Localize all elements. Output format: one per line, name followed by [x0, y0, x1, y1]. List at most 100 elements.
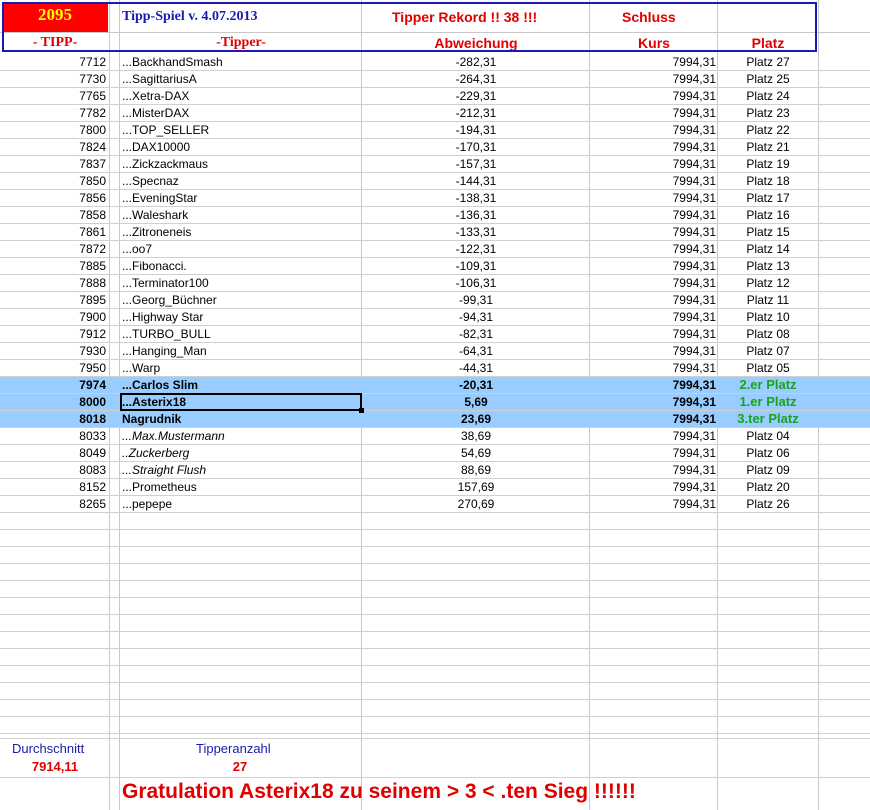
kurs-cell[interactable]: 7994,31 — [590, 88, 716, 104]
kurs-cell[interactable]: 7994,31 — [590, 479, 716, 495]
platz-cell[interactable]: Platz 23 — [718, 105, 818, 121]
abweichung-cell[interactable]: 38,69 — [362, 428, 590, 444]
tipp-cell[interactable]: 7850 — [0, 173, 106, 189]
tipp-cell[interactable]: 8033 — [0, 428, 106, 444]
tipper-name-cell[interactable]: ...Prometheus — [122, 479, 360, 495]
abweichung-cell[interactable]: -122,31 — [362, 241, 590, 257]
tipp-cell[interactable]: 7872 — [0, 241, 106, 257]
platz-cell[interactable]: Platz 06 — [718, 445, 818, 461]
tipper-name-cell[interactable]: ...Xetra-DAX — [122, 88, 360, 104]
abweichung-cell[interactable]: -94,31 — [362, 309, 590, 325]
tipper-name-cell[interactable]: ...SagittariusA — [122, 71, 360, 87]
platz-cell[interactable]: Platz 27 — [718, 54, 818, 70]
tipp-cell[interactable]: 7712 — [0, 54, 106, 70]
abweichung-cell[interactable]: -282,31 — [362, 54, 590, 70]
tipp-cell[interactable]: 7861 — [0, 224, 106, 240]
tipp-cell[interactable]: 7782 — [0, 105, 106, 121]
abweichung-cell[interactable]: -229,31 — [362, 88, 590, 104]
platz-cell[interactable]: Platz 20 — [718, 479, 818, 495]
tipp-cell[interactable]: 7730 — [0, 71, 106, 87]
platz-cell[interactable]: 3.ter Platz — [718, 411, 818, 427]
kurs-cell[interactable]: 7994,31 — [590, 139, 716, 155]
platz-cell[interactable]: Platz 15 — [718, 224, 818, 240]
tipp-cell[interactable]: 8049 — [0, 445, 106, 461]
platz-cell[interactable]: Platz 04 — [718, 428, 818, 444]
kurs-cell[interactable]: 7994,31 — [590, 224, 716, 240]
kurs-cell[interactable]: 7994,31 — [590, 309, 716, 325]
kurs-cell[interactable]: 7994,31 — [590, 377, 716, 393]
tipp-cell[interactable]: 8152 — [0, 479, 106, 495]
tipper-name-cell[interactable]: ...MisterDAX — [122, 105, 360, 121]
tipp-cell[interactable]: 8018 — [0, 411, 106, 427]
tipper-name-cell[interactable]: Nagrudnik — [122, 411, 360, 427]
tipp-cell[interactable]: 7888 — [0, 275, 106, 291]
kurs-cell[interactable]: 7994,31 — [590, 122, 716, 138]
tipper-name-cell[interactable]: ...Zitroneneis — [122, 224, 360, 240]
kurs-cell[interactable]: 7994,31 — [590, 258, 716, 274]
abweichung-cell[interactable]: -20,31 — [362, 377, 590, 393]
abweichung-cell[interactable]: -106,31 — [362, 275, 590, 291]
kurs-cell[interactable]: 7994,31 — [590, 71, 716, 87]
tipper-name-cell[interactable]: ...TURBO_BULL — [122, 326, 360, 342]
kurs-cell[interactable]: 7994,31 — [590, 105, 716, 121]
tipper-name-cell[interactable]: ...Waleshark — [122, 207, 360, 223]
platz-cell[interactable]: Platz 14 — [718, 241, 818, 257]
kurs-cell[interactable]: 7994,31 — [590, 360, 716, 376]
abweichung-cell[interactable]: 88,69 — [362, 462, 590, 478]
platz-cell[interactable]: Platz 25 — [718, 71, 818, 87]
kurs-cell[interactable]: 7994,31 — [590, 275, 716, 291]
tipp-cell[interactable]: 7858 — [0, 207, 106, 223]
tipp-cell[interactable]: 7950 — [0, 360, 106, 376]
abweichung-cell[interactable]: 54,69 — [362, 445, 590, 461]
platz-cell[interactable]: Platz 19 — [718, 156, 818, 172]
kurs-cell[interactable]: 7994,31 — [590, 190, 716, 206]
kurs-cell[interactable]: 7994,31 — [590, 428, 716, 444]
platz-cell[interactable]: Platz 24 — [718, 88, 818, 104]
platz-cell[interactable]: Platz 22 — [718, 122, 818, 138]
tipper-name-cell[interactable]: ...TOP_SELLER — [122, 122, 360, 138]
tipper-name-cell[interactable]: ...Warp — [122, 360, 360, 376]
kurs-cell[interactable]: 7994,31 — [590, 173, 716, 189]
tipper-name-cell[interactable]: ...Specnaz — [122, 173, 360, 189]
kurs-cell[interactable]: 7994,31 — [590, 54, 716, 70]
abweichung-cell[interactable]: 270,69 — [362, 496, 590, 512]
abweichung-cell[interactable]: -136,31 — [362, 207, 590, 223]
abweichung-cell[interactable]: -44,31 — [362, 360, 590, 376]
platz-cell[interactable]: 1.er Platz — [718, 394, 818, 410]
kurs-cell[interactable]: 7994,31 — [590, 496, 716, 512]
tipper-name-cell[interactable]: ...DAX10000 — [122, 139, 360, 155]
kurs-cell[interactable]: 7994,31 — [590, 394, 716, 410]
tipper-name-cell[interactable]: ...Fibonacci. — [122, 258, 360, 274]
abweichung-cell[interactable]: -64,31 — [362, 343, 590, 359]
tipp-cell[interactable]: 7765 — [0, 88, 106, 104]
platz-cell[interactable]: Platz 10 — [718, 309, 818, 325]
kurs-cell[interactable]: 7994,31 — [590, 241, 716, 257]
platz-cell[interactable]: Platz 09 — [718, 462, 818, 478]
platz-cell[interactable]: Platz 26 — [718, 496, 818, 512]
abweichung-cell[interactable]: -194,31 — [362, 122, 590, 138]
platz-cell[interactable]: Platz 17 — [718, 190, 818, 206]
platz-cell[interactable]: Platz 12 — [718, 275, 818, 291]
tipper-name-cell[interactable]: ...EveningStar — [122, 190, 360, 206]
kurs-cell[interactable]: 7994,31 — [590, 156, 716, 172]
tipper-name-cell[interactable]: ...Zickzackmaus — [122, 156, 360, 172]
tipper-name-cell[interactable]: ...pepepe — [122, 496, 360, 512]
platz-cell[interactable]: Platz 05 — [718, 360, 818, 376]
tipper-name-cell[interactable]: ...Straight Flush — [122, 462, 360, 478]
tipp-cell[interactable]: 7856 — [0, 190, 106, 206]
abweichung-cell[interactable]: -99,31 — [362, 292, 590, 308]
platz-cell[interactable]: Platz 18 — [718, 173, 818, 189]
tipp-cell[interactable]: 8000 — [0, 394, 106, 410]
abweichung-cell[interactable]: 5,69 — [362, 394, 590, 410]
tipp-cell[interactable]: 7895 — [0, 292, 106, 308]
platz-cell[interactable]: Platz 13 — [718, 258, 818, 274]
platz-cell[interactable]: Platz 21 — [718, 139, 818, 155]
kurs-cell[interactable]: 7994,31 — [590, 292, 716, 308]
tipper-name-cell[interactable]: ...Carlos Slim — [122, 377, 360, 393]
abweichung-cell[interactable]: -138,31 — [362, 190, 590, 206]
tipper-name-cell[interactable]: ...Max.Mustermann — [122, 428, 360, 444]
kurs-cell[interactable]: 7994,31 — [590, 462, 716, 478]
kurs-cell[interactable]: 7994,31 — [590, 343, 716, 359]
tipper-name-cell[interactable]: ...Terminator100 — [122, 275, 360, 291]
kurs-cell[interactable]: 7994,31 — [590, 326, 716, 342]
